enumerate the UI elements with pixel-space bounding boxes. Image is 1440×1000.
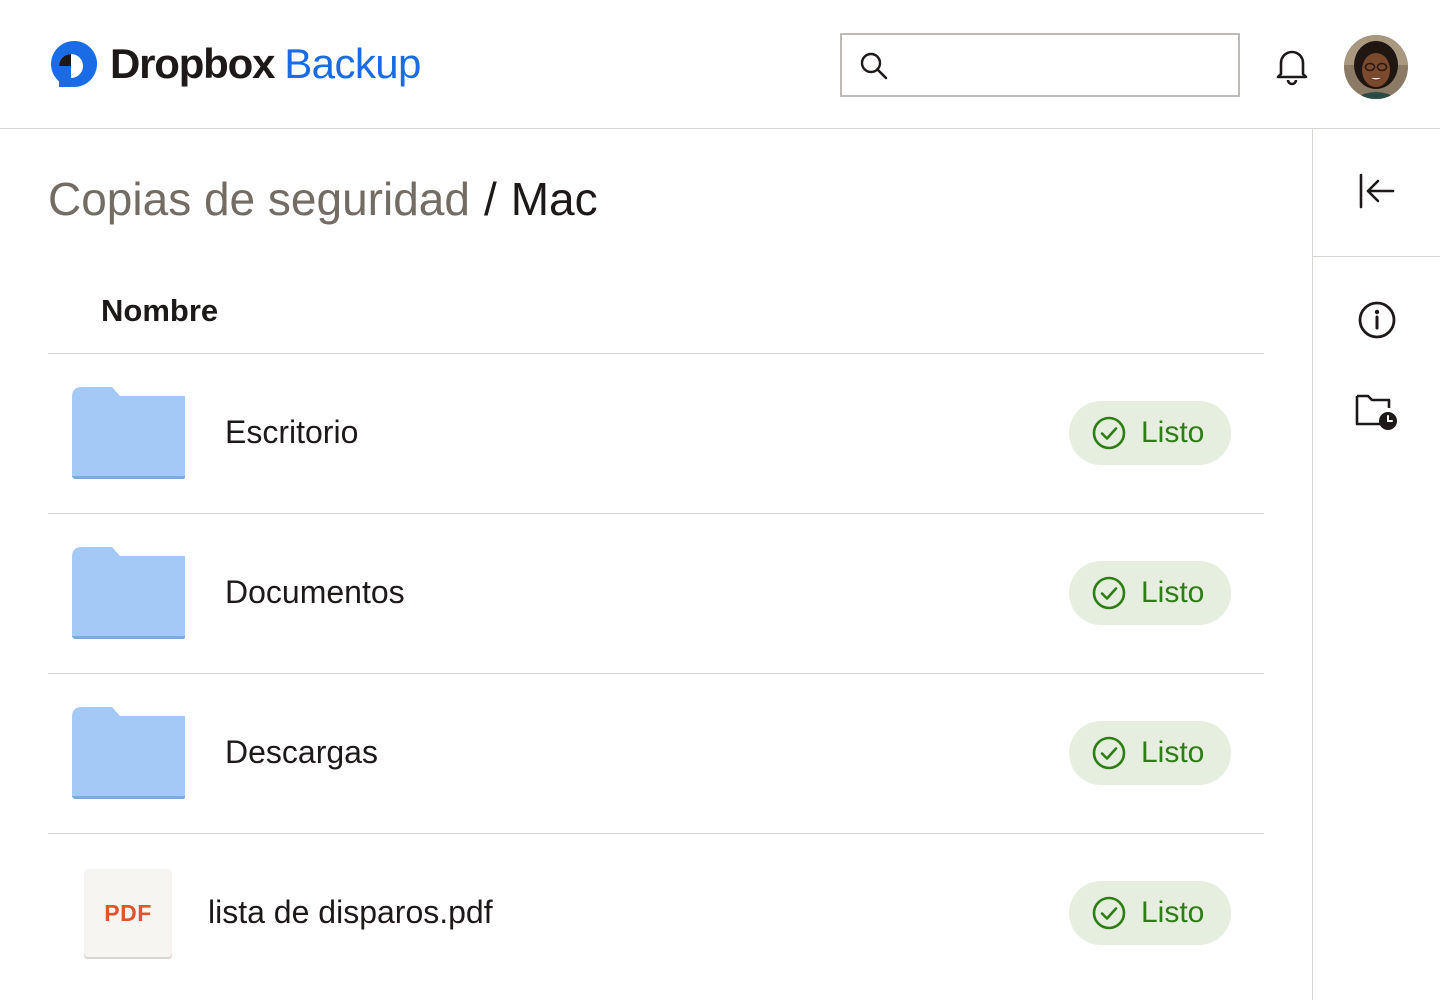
- pdf-label: PDF: [104, 899, 152, 926]
- right-rail: [1312, 129, 1440, 1000]
- avatar[interactable]: [1344, 35, 1408, 99]
- user-photo-icon: [1344, 35, 1408, 99]
- breadcrumb-parent[interactable]: Copias de seguridad: [48, 173, 470, 225]
- app-header: Dropbox Backup: [0, 0, 1440, 129]
- status-label: Listo: [1141, 736, 1205, 769]
- folder-icon: [72, 387, 185, 479]
- row-name: Documentos: [225, 574, 405, 610]
- bell-icon[interactable]: [1270, 44, 1314, 88]
- folder-history-icon[interactable]: [1353, 386, 1401, 434]
- breadcrumb-separator: /: [483, 173, 497, 225]
- folder-icon: [72, 707, 185, 799]
- brand-primary: Dropbox: [110, 40, 275, 87]
- status-label: Listo: [1141, 416, 1205, 449]
- folder-icon: [72, 547, 185, 639]
- brand-secondary: Backup: [284, 40, 421, 87]
- breadcrumb-current: Mac: [510, 173, 598, 225]
- status-badge: Listo: [1069, 561, 1231, 625]
- check-circle-icon: [1092, 736, 1126, 770]
- status-badge: Listo: [1069, 721, 1231, 785]
- table-row[interactable]: PDF lista de disparos.pdf Listo: [48, 834, 1264, 994]
- search-bar[interactable]: [840, 33, 1240, 97]
- main-content: Copias de seguridad / Mac Nombre Escritori…: [0, 129, 1312, 1000]
- table-row[interactable]: Documentos Listo: [48, 514, 1264, 674]
- status-badge: Listo: [1069, 401, 1231, 465]
- row-name: Escritorio: [225, 414, 359, 450]
- check-circle-icon: [1092, 416, 1126, 450]
- dropbox-logo-icon: [51, 41, 97, 87]
- status-badge: Listo: [1069, 881, 1231, 945]
- search-input[interactable]: [902, 47, 1222, 83]
- info-icon[interactable]: [1353, 296, 1401, 344]
- status-label: Listo: [1141, 576, 1205, 609]
- table-column-header: Nombre: [48, 279, 1264, 354]
- breadcrumb: Copias de seguridad / Mac: [48, 171, 598, 227]
- row-name: Descargas: [225, 734, 378, 770]
- check-circle-icon: [1092, 576, 1126, 610]
- table-row[interactable]: Escritorio Listo: [48, 354, 1264, 514]
- status-label: Listo: [1141, 896, 1205, 929]
- check-circle-icon: [1092, 896, 1126, 930]
- table-row[interactable]: Descargas Listo: [48, 674, 1264, 834]
- row-name: lista de disparos.pdf: [208, 894, 493, 930]
- pdf-file-icon: PDF: [84, 869, 172, 957]
- column-header-name[interactable]: Nombre: [101, 293, 218, 329]
- collapse-panel-icon[interactable]: [1353, 167, 1401, 215]
- dropbox-backup-logo[interactable]: Dropbox Backup: [50, 40, 421, 88]
- search-icon: [860, 52, 888, 80]
- rail-header: [1313, 129, 1440, 257]
